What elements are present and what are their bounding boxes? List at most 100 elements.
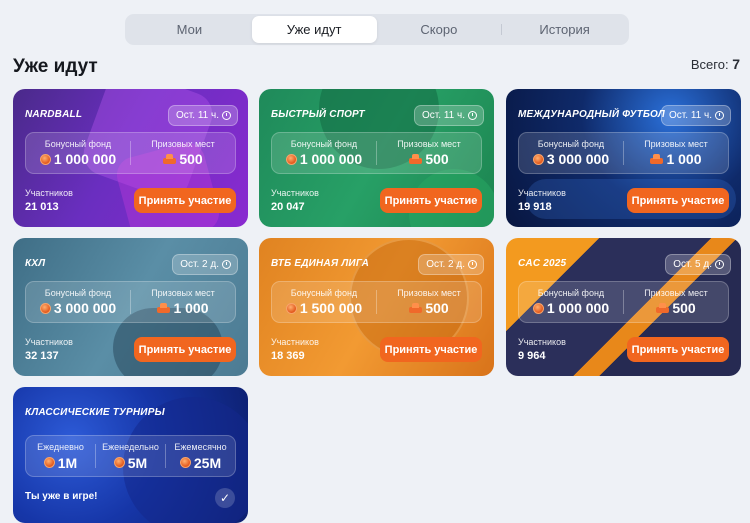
join-button[interactable]: Принять участие bbox=[380, 188, 482, 213]
bonus-fund-label: Бонусный фонд bbox=[44, 288, 112, 298]
bonus-fund-value: 1 000 000 bbox=[546, 300, 610, 316]
prize-panel: Бонусный фонд 1 500 000 Призовых мест 50… bbox=[271, 281, 482, 323]
prize-places-value: 500 bbox=[425, 151, 449, 167]
tournament-card-vtb-league[interactable]: ВТБ ЕДИНАЯ ЛИГА Ост. 2 д. Бонусный фонд … bbox=[259, 238, 494, 376]
total-value: 7 bbox=[732, 56, 740, 72]
prize-places-value: 500 bbox=[179, 151, 203, 167]
tournament-name: МЕЖДУНАРОДНЫЙ ФУТБОЛ bbox=[518, 109, 665, 120]
section-title: Уже идут bbox=[13, 56, 98, 77]
bonus-fund-value: 1 500 000 bbox=[299, 300, 363, 316]
tab-my[interactable]: Мои bbox=[127, 16, 252, 43]
tournament-name: КХЛ bbox=[25, 258, 46, 269]
participants-value: 20 047 bbox=[271, 201, 305, 213]
clock-icon bbox=[468, 260, 477, 269]
participants-value: 19 918 bbox=[518, 201, 552, 213]
prize-places-label: Призовых мест bbox=[644, 288, 708, 298]
tournament-name: NARDBALL bbox=[25, 109, 83, 120]
bonus-fund-label: Бонусный фонд bbox=[537, 139, 605, 149]
prize-places-label: Призовых мест bbox=[397, 288, 461, 298]
tab-soon[interactable]: Скоро bbox=[377, 16, 502, 43]
weekly-label: Еженедельно bbox=[102, 441, 159, 452]
bonus-fund-label: Бонусный фонд bbox=[44, 139, 112, 149]
time-left-badge: Ост. 11 ч. bbox=[414, 105, 484, 126]
time-left-text: Ост. 11 ч. bbox=[176, 110, 219, 121]
coin-icon bbox=[532, 302, 544, 314]
prize-places-value: 500 bbox=[672, 300, 696, 316]
prize-places-label: Призовых мест bbox=[151, 288, 215, 298]
prize-places-label: Призовых мест bbox=[151, 139, 215, 149]
clock-icon bbox=[715, 111, 724, 120]
podium-icon bbox=[157, 303, 171, 313]
prize-panel: Бонусный фонд 1 000 000 Призовых мест 50… bbox=[271, 132, 482, 174]
coin-icon bbox=[285, 302, 297, 314]
participants-label: Участников bbox=[271, 188, 319, 198]
prize-places-label: Призовых мест bbox=[644, 139, 708, 149]
tab-history[interactable]: История bbox=[502, 16, 627, 43]
time-left-badge: Ост. 11 ч. bbox=[661, 105, 731, 126]
prize-places-value: 500 bbox=[425, 300, 449, 316]
in-game-status: Ты уже в игре! bbox=[25, 491, 98, 502]
monthly-label: Ежемесячно bbox=[174, 441, 227, 452]
coin-icon bbox=[43, 457, 55, 468]
join-button[interactable]: Принять участие bbox=[627, 337, 729, 362]
time-left-badge: Ост. 11 ч. bbox=[168, 105, 238, 126]
coin-icon bbox=[285, 153, 297, 165]
classic-prize-panel: Ежедневно 1M Еженедельно 5M Ежемесячно 2… bbox=[25, 435, 236, 477]
prize-panel: Бонусный фонд 1 000 000 Призовых мест 50… bbox=[25, 132, 236, 174]
participants-label: Участников bbox=[25, 188, 73, 198]
join-button[interactable]: Принять участие bbox=[134, 337, 236, 362]
monthly-value: 25M bbox=[193, 454, 222, 471]
prize-places-value: 1 000 bbox=[666, 151, 702, 167]
bonus-fund-value: 3 000 000 bbox=[53, 300, 117, 316]
clock-icon bbox=[222, 111, 231, 120]
time-left-text: Ост. 2 д. bbox=[426, 259, 465, 270]
prize-places-value: 1 000 bbox=[173, 300, 209, 316]
participants-value: 21 013 bbox=[25, 201, 59, 213]
podium-icon bbox=[163, 154, 177, 164]
bonus-fund-label: Бонусный фонд bbox=[290, 288, 358, 298]
time-left-text: Ост. 2 д. bbox=[180, 259, 219, 270]
tournament-name: CAC 2025 bbox=[518, 258, 567, 269]
bonus-fund-value: 3 000 000 bbox=[546, 151, 610, 167]
tournament-card-intl-football[interactable]: МЕЖДУНАРОДНЫЙ ФУТБОЛ Ост. 11 ч. Бонусный… bbox=[506, 89, 741, 227]
total-label: Всего: bbox=[690, 57, 729, 72]
time-left-badge: Ост. 2 д. bbox=[418, 254, 484, 275]
tournament-card-fast-sport[interactable]: БЫСТРЫЙ СПОРТ Ост. 11 ч. Бонусный фонд 1… bbox=[259, 89, 494, 227]
time-left-badge: Ост. 5 д. bbox=[665, 254, 731, 275]
time-left-badge: Ост. 2 д. bbox=[172, 254, 238, 275]
classic-title: КЛАССИЧЕСКИЕ ТУРНИРЫ bbox=[25, 407, 165, 418]
tournament-tabs: Мои Уже идут Скоро История bbox=[125, 14, 629, 45]
bonus-fund-value: 1 000 000 bbox=[299, 151, 363, 167]
podium-icon bbox=[656, 303, 670, 313]
classic-tournaments-card[interactable]: КЛАССИЧЕСКИЕ ТУРНИРЫ Ежедневно 1M Еженед… bbox=[13, 387, 248, 523]
join-button[interactable]: Принять участие bbox=[134, 188, 236, 213]
tournament-name: ВТБ ЕДИНАЯ ЛИГА bbox=[271, 258, 370, 269]
coin-icon bbox=[113, 457, 125, 468]
participants-label: Участников bbox=[271, 337, 319, 347]
prize-panel: Бонусный фонд 3 000 000 Призовых мест 1 … bbox=[25, 281, 236, 323]
clock-icon bbox=[222, 260, 231, 269]
join-button[interactable]: Принять участие bbox=[627, 188, 729, 213]
coin-icon bbox=[532, 153, 544, 165]
bonus-fund-label: Бонусный фонд bbox=[290, 139, 358, 149]
join-button[interactable]: Принять участие bbox=[380, 337, 482, 362]
tab-ongoing[interactable]: Уже идут bbox=[251, 16, 377, 43]
participants-label: Участников bbox=[518, 337, 566, 347]
time-left-text: Ост. 5 д. bbox=[673, 259, 712, 270]
participants-value: 9 964 bbox=[518, 350, 546, 362]
tournament-card-nardball[interactable]: NARDBALL Ост. 11 ч. Бонусный фонд 1 000 … bbox=[13, 89, 248, 227]
check-icon: ✓ bbox=[215, 488, 235, 508]
daily-label: Ежедневно bbox=[37, 441, 84, 452]
tournament-card-khl[interactable]: КХЛ Ост. 2 д. Бонусный фонд 3 000 000 Пр… bbox=[13, 238, 248, 376]
clock-icon bbox=[468, 111, 477, 120]
time-left-text: Ост. 11 ч. bbox=[669, 110, 712, 121]
podium-icon bbox=[409, 303, 423, 313]
participants-label: Участников bbox=[25, 337, 73, 347]
coin-icon bbox=[179, 457, 191, 468]
bonus-fund-value: 1 000 000 bbox=[53, 151, 117, 167]
podium-icon bbox=[650, 154, 664, 164]
weekly-value: 5M bbox=[127, 454, 148, 471]
prize-places-label: Призовых мест bbox=[397, 139, 461, 149]
clock-icon bbox=[715, 260, 724, 269]
tournament-card-cac-2025[interactable]: CAC 2025 Ост. 5 д. Бонусный фонд 1 000 0… bbox=[506, 238, 741, 376]
